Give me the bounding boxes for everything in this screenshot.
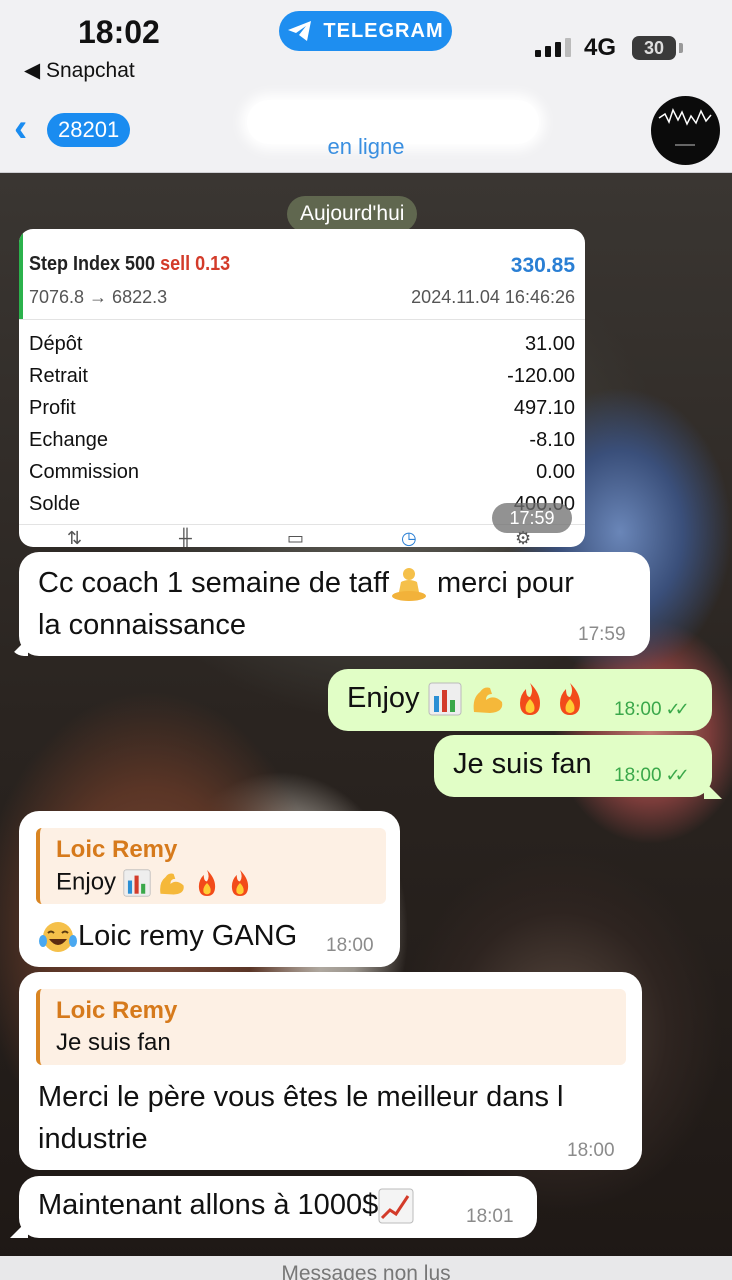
reply-text-part: Enjoy [56,868,117,896]
summary-row: Dépôt 31.00 [19,328,585,360]
trade-datetime: 2024.11.04 16:46:26 [411,287,575,307]
trade-profit: 330.85 [510,254,575,277]
message-time: 18:00 [614,765,662,786]
message-text-part: Loic remy GANG [78,920,298,952]
reply-text: Je suis fan [56,1029,171,1056]
message-text: Enjoy [347,677,586,719]
meditation-emoji-icon [391,568,426,602]
incoming-message[interactable]: Cc coach 1 semaine de taff merci pour la… [19,552,650,656]
chart-icon: ╫ [179,528,192,547]
message-text: Loic remy GANG [38,915,297,957]
row-label: Dépôt [29,332,83,355]
reply-text: Enjoy [56,868,253,898]
outgoing-message[interactable]: Je suis fan 18:00 ✓✓ [434,735,712,797]
quotes-icon: ⇅ [67,528,83,547]
message-text: Je suis fan [453,748,592,780]
summary-row: Profit 497.10 [19,392,585,424]
signal-icon [535,38,571,57]
battery-tip [679,43,683,53]
fire-emoji-icon [559,683,580,716]
row-value: -120.00 [507,364,575,387]
fire-emoji-icon [231,870,248,896]
trade-side: sell 0.13 [160,253,231,275]
read-checkmarks-icon: ✓✓ [665,765,690,785]
back-to-app-link[interactable]: ◀ Snapchat [24,58,135,83]
read-checkmarks-icon: ✓✓ [665,699,690,719]
incoming-message[interactable]: Maintenant allons à 1000$ 18:01 [19,1176,537,1238]
status-clock: 18:02 [78,14,160,50]
chat-header: ‹ 28201 en ligne [0,90,732,173]
message-time: 17:59 [492,503,572,533]
unread-messages-divider: Messages non lus [0,1256,732,1280]
summary-row: Retrait -120.00 [19,360,585,392]
row-label: Profit [29,396,76,419]
message-time: 18:00 [326,935,374,956]
telegram-plane-icon [288,21,312,41]
message-text: Maintenant allons à 1000$ [38,1184,414,1226]
account-summary: Dépôt 31.00 Retrait -120.00 Profit 497.10 E… [19,319,585,520]
avatar-chart-image [658,108,712,146]
row-label: Retrait [29,364,88,387]
message-text-part: Merci le père vous êtes le meilleur dans… [38,1081,564,1113]
reply-author: Loic Remy [56,836,178,863]
flexed-biceps-emoji-icon [473,687,502,714]
message-text-part: la connaissance [38,609,246,641]
telegram-pill-label: TELEGRAM [323,19,444,42]
avatar[interactable] [651,96,720,165]
message-time-status: 18:00 ✓✓ [614,765,690,787]
incoming-message[interactable]: Loic Remy Enjoy Loic remy GANG 18:00 [19,811,400,967]
message-time: 18:01 [466,1206,514,1227]
online-status: en ligne [327,134,405,159]
message-text-part: Maintenant allons à 1000$ [38,1189,379,1221]
message-text-part: industrie [38,1123,148,1155]
network-type: 4G [584,34,617,61]
row-value: 497.10 [513,396,575,419]
row-value: 0.00 [536,460,575,483]
trade-icon: ▭ [287,528,305,547]
message-time: 18:00 [614,699,662,720]
telegram-call-pill[interactable]: TELEGRAM [279,11,452,51]
row-label: Echange [29,428,108,451]
trade-symbol: Step Index 500 sell 0.13 [29,253,230,276]
outgoing-message[interactable]: Enjoy 18:00 ✓✓ [328,669,712,731]
trade-summary: Step Index 500 sell 0.13 330.85 7076.8 →… [19,229,585,319]
message-time: 17:59 [578,624,626,645]
fire-emoji-icon [198,870,216,896]
date-separator: Aujourd'hui [287,196,418,232]
message-text-part: Cc coach 1 semaine de taff [38,567,389,599]
reply-preview[interactable]: Loic Remy Enjoy [36,828,386,904]
row-label: Commission [29,460,140,483]
summary-row: Commission 0.00 [19,456,585,488]
chart-increasing-emoji-icon [378,1188,414,1224]
row-value: 31.00 [524,332,575,355]
history-icon: ◷ [401,528,417,547]
trade-screenshot-image[interactable]: Step Index 500 sell 0.13 330.85 7076.8 →… [19,229,585,547]
message-text-part: merci pour [428,567,574,599]
battery-icon: 30 [632,36,676,60]
message-time: 18:00 [567,1140,615,1161]
row-value: -8.10 [529,428,575,451]
reply-author: Loic Remy [56,997,178,1024]
message-text-part: Enjoy [347,682,420,714]
flexed-biceps-emoji-icon [160,873,185,895]
bar-chart-emoji-icon [428,682,462,716]
row-label: Solde [29,492,81,515]
status-bar: 18:02 ◀ Snapchat TELEGRAM 4G 30 [0,0,732,90]
trade-prices: 7076.8 → 6822.3 [29,287,168,307]
tears-of-joy-emoji-icon [39,922,77,953]
trade-symbol-name: Step Index 500 [29,253,156,275]
reply-preview[interactable]: Loic Remy Je suis fan [36,989,626,1065]
summary-row: Echange -8.10 [19,424,585,456]
bar-chart-emoji-icon [123,869,151,897]
message-time-status: 18:00 ✓✓ [614,699,690,721]
incoming-message[interactable]: Loic Remy Je suis fan Merci le père vous… [19,972,642,1170]
message-text: Cc coach 1 semaine de taff merci pour la… [38,562,648,646]
fire-emoji-icon [519,683,540,716]
message-text: Merci le père vous êtes le meilleur dans… [38,1076,638,1160]
